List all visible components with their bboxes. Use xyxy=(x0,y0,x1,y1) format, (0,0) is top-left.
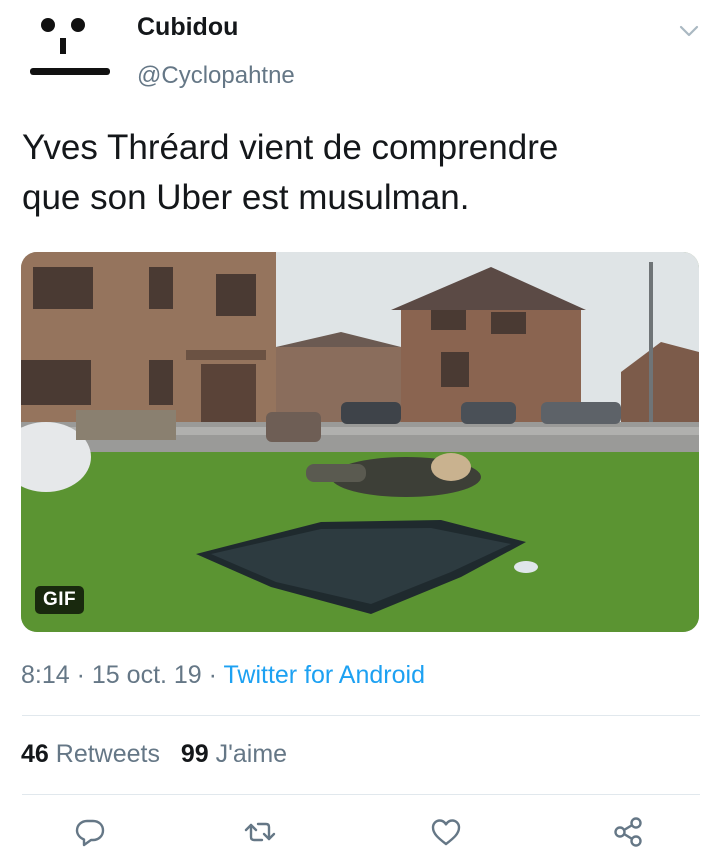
like-button[interactable] xyxy=(429,815,469,855)
likes-count: 99 xyxy=(180,740,209,768)
retweet-button[interactable] xyxy=(243,815,283,855)
chevron-down-icon[interactable] xyxy=(678,20,700,42)
author-name[interactable]: Cubidou xyxy=(137,13,238,42)
divider xyxy=(22,794,700,795)
likes-label: J'aime xyxy=(215,740,288,768)
meta-separator: · xyxy=(208,661,217,689)
tweet-stats: 46 Retweets 99 J'aime xyxy=(21,740,287,769)
heart-icon xyxy=(431,819,461,846)
likes-stat[interactable]: 99 J'aime xyxy=(181,740,287,768)
reply-icon xyxy=(75,819,105,847)
share-icon xyxy=(614,817,642,847)
retweets-count: 46 xyxy=(21,740,49,768)
tweet-meta: 8:14 · 15 oct. 19 · Twitter for Android xyxy=(21,661,425,690)
retweets-stat[interactable]: 46 Retweets xyxy=(21,740,160,768)
avatar[interactable] xyxy=(26,8,118,90)
meta-separator: · xyxy=(76,661,85,689)
retweets-label: Retweets xyxy=(55,740,160,768)
tweet-text-line: Yves Thréard vient de comprendre xyxy=(22,128,559,167)
tweet-date[interactable]: 15 oct. 19 xyxy=(92,661,202,689)
reply-button[interactable] xyxy=(73,815,113,855)
share-button[interactable] xyxy=(611,815,651,855)
tweet-text-line: que son Uber est musulman. xyxy=(22,178,470,217)
action-bar xyxy=(0,815,720,859)
tweet-time[interactable]: 8:14 xyxy=(21,661,70,689)
tweet-text: Yves Thréard vient de comprendre que son… xyxy=(22,123,682,223)
tweet-source-link[interactable]: Twitter for Android xyxy=(224,661,425,689)
retweet-icon xyxy=(244,822,276,842)
gif-badge: GIF xyxy=(35,586,85,614)
gif-frame-illustration xyxy=(21,252,699,632)
divider xyxy=(22,715,700,716)
gif-media[interactable]: GIF xyxy=(21,252,699,632)
author-handle[interactable]: @Cyclopahtne xyxy=(137,62,295,90)
